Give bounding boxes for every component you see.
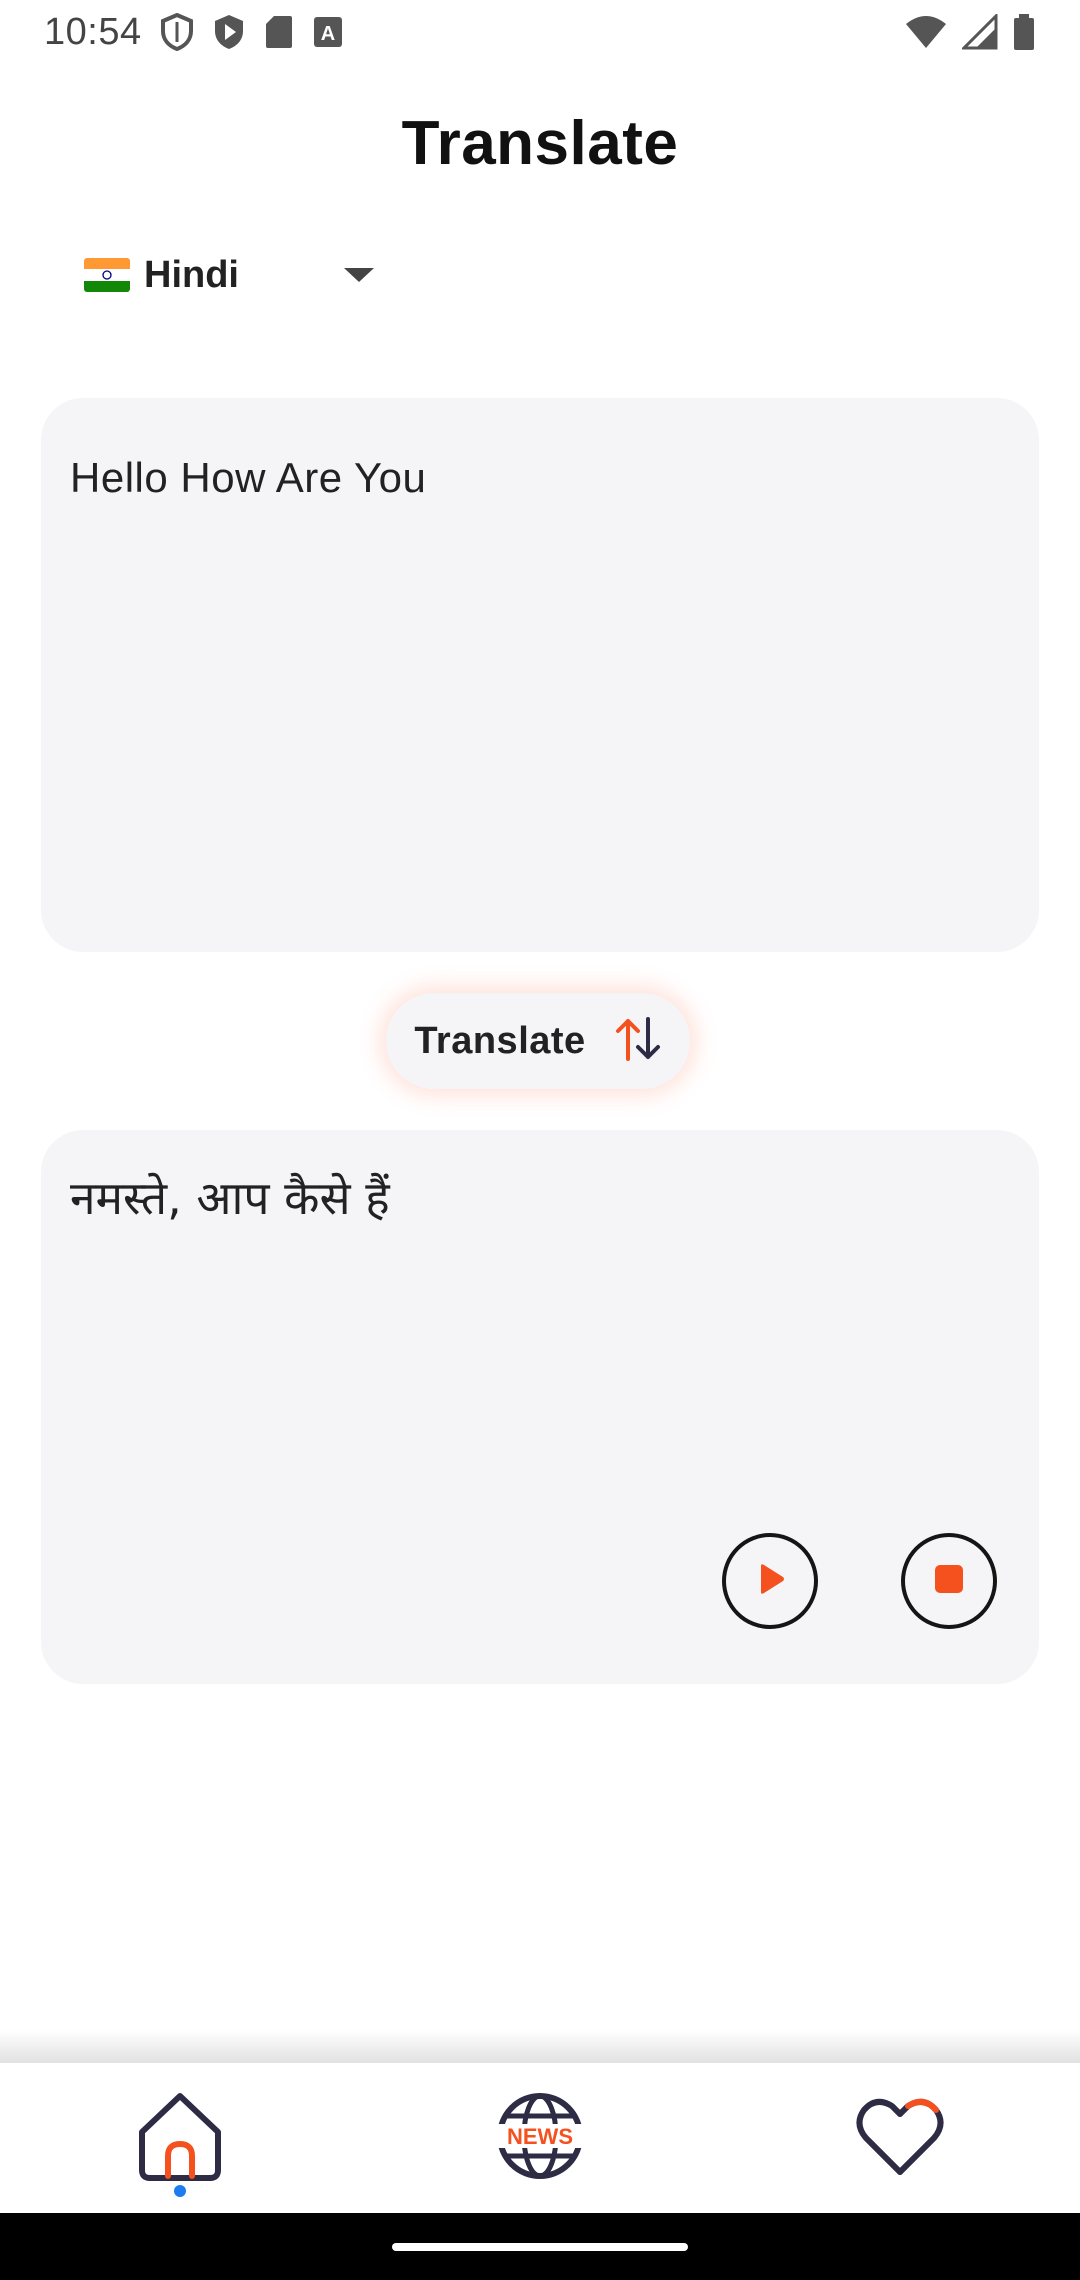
active-indicator: [174, 2185, 186, 2197]
heart-icon: [852, 2088, 948, 2189]
wifi-icon: [904, 14, 948, 50]
translate-screen: 10:54 A Translate Hindi Hello How Are Yo…: [0, 0, 1080, 2280]
bottom-navigation: NEWS: [0, 2063, 1080, 2213]
stop-button[interactable]: [901, 1533, 997, 1629]
gesture-navigation-bar: [0, 2213, 1080, 2280]
status-time: 10:54: [44, 10, 142, 53]
india-flag-icon: [84, 258, 130, 292]
status-bar: 10:54 A: [0, 0, 1080, 64]
nav-favorites[interactable]: [810, 2063, 990, 2213]
translate-button[interactable]: Translate: [386, 993, 690, 1089]
page-title: Translate: [401, 109, 679, 178]
signal-icon: [962, 14, 998, 50]
autofill-icon: A: [312, 15, 344, 49]
home-icon: [132, 2088, 228, 2189]
translated-text-box: नमस्ते, आप कैसे हैं: [41, 1130, 1039, 1684]
status-left: 10:54 A: [44, 11, 344, 54]
svg-text:A: A: [320, 23, 334, 45]
translated-text: नमस्ते, आप कैसे हैं: [70, 1171, 390, 1225]
play-icon: [753, 1562, 787, 1601]
nav-home[interactable]: [90, 2063, 270, 2213]
dropdown-arrow-icon: [344, 268, 374, 282]
home-gesture-handle[interactable]: [392, 2243, 688, 2251]
news-globe-icon: NEWS: [492, 2088, 588, 2189]
source-text-box[interactable]: Hello How Are You: [41, 398, 1039, 952]
vpn-shield-icon: [160, 13, 194, 51]
sd-card-icon: [264, 14, 294, 50]
play-button[interactable]: [722, 1533, 818, 1629]
language-dropdown[interactable]: Hindi: [84, 240, 374, 310]
source-text[interactable]: Hello How Are You: [70, 454, 1010, 502]
nav-news[interactable]: NEWS: [450, 2063, 630, 2213]
selected-language: Hindi: [144, 253, 239, 296]
battery-icon: [1012, 13, 1036, 51]
stop-icon: [933, 1563, 965, 1600]
play-protect-icon: [212, 13, 246, 51]
news-icon-label: NEWS: [507, 2124, 573, 2149]
translate-button-label: Translate: [414, 1019, 586, 1062]
bottom-nav-shadow: [0, 2030, 1080, 2064]
status-right: [904, 13, 1036, 51]
swap-vertical-icon: [614, 1015, 662, 1068]
